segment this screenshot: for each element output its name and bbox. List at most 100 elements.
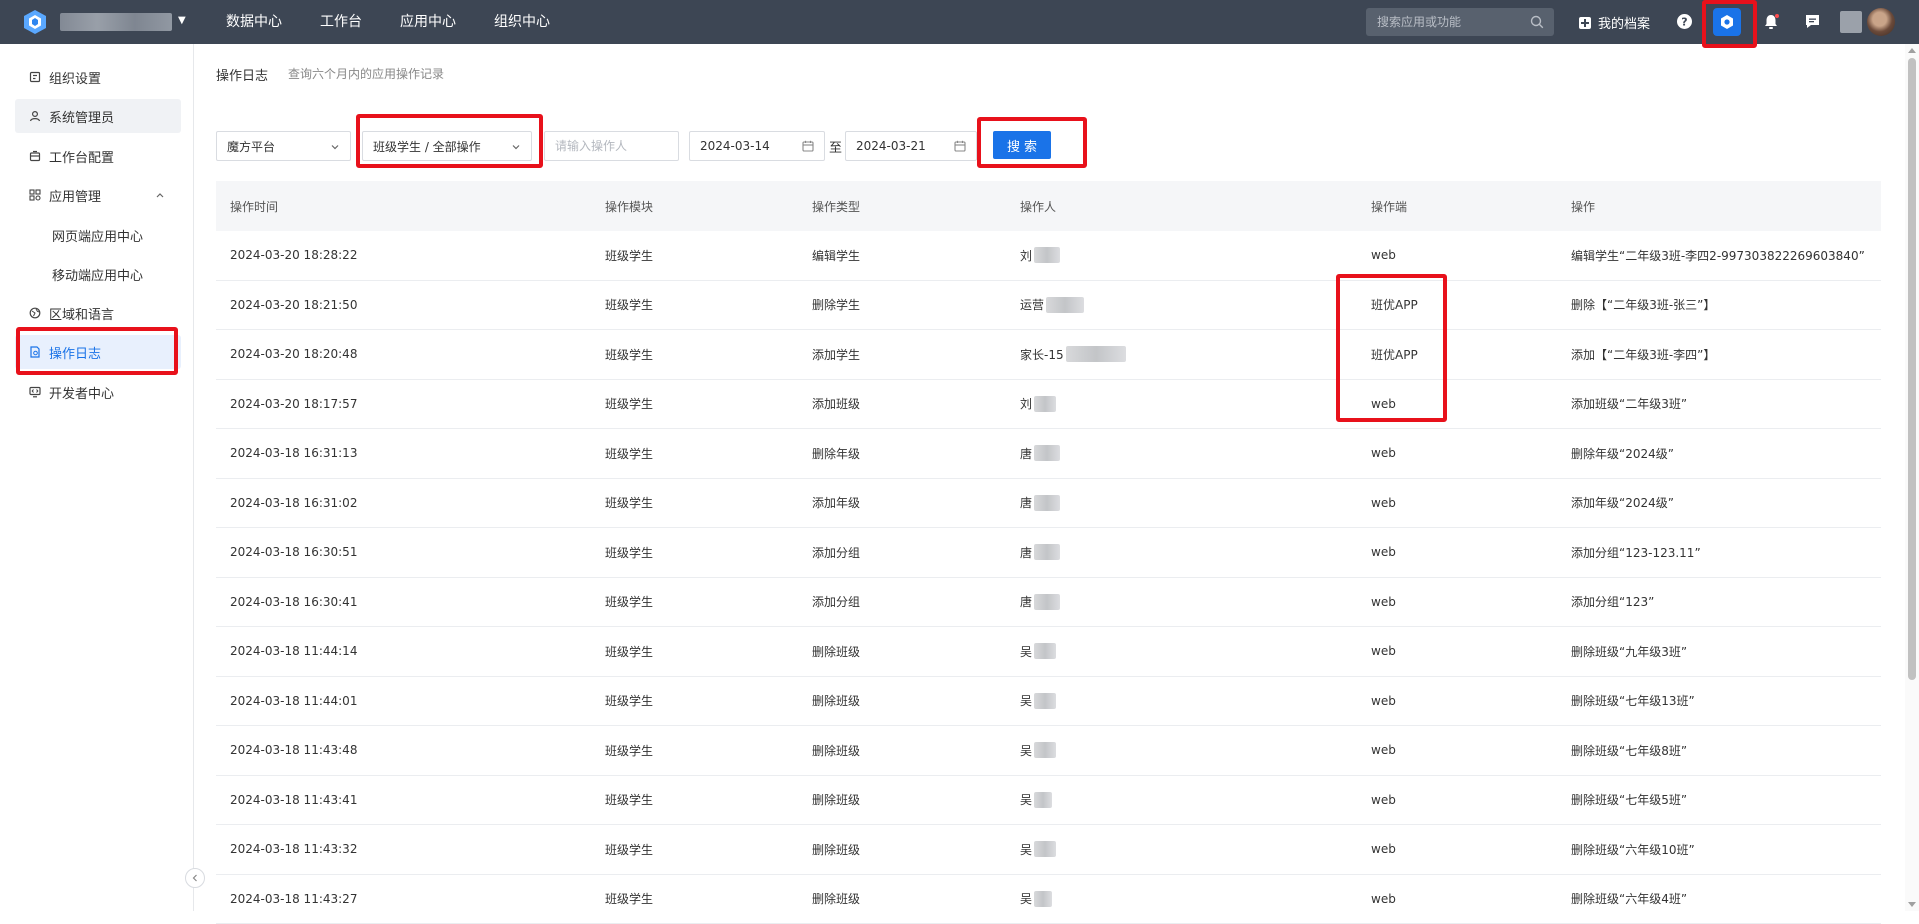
page-subtitle: 查询六个月内的应用操作记录 xyxy=(288,65,444,82)
nav-workbench[interactable]: 工作台 xyxy=(320,0,362,44)
cell-action: 删除班级“七年级13班” xyxy=(1557,677,1881,726)
date-from-value: 2024-03-14 xyxy=(700,139,770,153)
global-search-input[interactable] xyxy=(1377,15,1523,29)
cell-action-text: 删除年级“2024级” xyxy=(1571,445,1674,462)
platform-select[interactable]: 魔方平台 xyxy=(216,131,351,161)
cell-operator: 刘 xyxy=(1006,380,1357,429)
global-search[interactable] xyxy=(1366,8,1554,36)
nav-app-center[interactable]: 应用中心 xyxy=(400,0,456,44)
scroll-down-arrow-icon[interactable] xyxy=(1908,902,1916,907)
sidebar-item-app-manage[interactable]: 应用管理 xyxy=(15,178,181,212)
cell-operator: 吴 xyxy=(1006,627,1357,676)
scroll-up-arrow-icon[interactable] xyxy=(1908,48,1916,53)
cell-operator: 吴 xyxy=(1006,726,1357,775)
user-name-blurred[interactable] xyxy=(1840,11,1862,33)
sidebar-item-developer-center[interactable]: 开发者中心 xyxy=(15,375,181,409)
platform-select-value: 魔方平台 xyxy=(227,138,275,155)
column-header-action: 操作 xyxy=(1557,181,1881,231)
sidebar-item-mobile-app-center[interactable]: 移动端应用中心 xyxy=(15,257,181,291)
cell-type-text: 添加分组 xyxy=(812,544,860,561)
column-header-time: 操作时间 xyxy=(216,181,591,231)
cell-operator-text: 唐 xyxy=(1020,494,1032,511)
nav-org-center[interactable]: 组织中心 xyxy=(494,0,550,44)
cell-action: 添加年级“2024级” xyxy=(1557,479,1881,528)
cell-client-text: web xyxy=(1371,644,1396,658)
sidebar-item-label: 应用管理 xyxy=(49,186,101,205)
cell-time-text: 2024-03-18 11:43:27 xyxy=(230,892,357,906)
table-header: 操作时间 操作模块 操作类型 操作人 操作端 操作 xyxy=(216,181,1881,231)
help-icon[interactable]: ? xyxy=(1676,13,1693,30)
cell-module-text: 班级学生 xyxy=(605,643,653,660)
cell-operator-text: 吴 xyxy=(1020,890,1032,907)
table-row: 2024-03-18 16:30:41班级学生添加分组唐web添加分组“123” xyxy=(216,578,1881,628)
cell-time: 2024-03-20 18:20:48 xyxy=(216,330,591,379)
scroll-thumb[interactable] xyxy=(1908,58,1916,680)
app-logo-icon[interactable] xyxy=(22,9,48,35)
cell-time: 2024-03-20 18:28:22 xyxy=(216,231,591,280)
cell-type-text: 删除班级 xyxy=(812,791,860,808)
cell-time: 2024-03-18 16:30:51 xyxy=(216,528,591,577)
table-row: 2024-03-18 11:43:32班级学生删除班级吴web删除班级“六年级1… xyxy=(216,825,1881,875)
operator-name-blurred xyxy=(1034,643,1056,659)
cell-type: 添加分组 xyxy=(798,578,1006,627)
cell-client: web xyxy=(1357,726,1557,775)
cell-type: 删除班级 xyxy=(798,875,1006,924)
chevron-up-icon[interactable] xyxy=(155,190,165,200)
sidebar-item-system-admin[interactable]: 系统管理员 xyxy=(15,99,181,133)
org-name-blurred[interactable] xyxy=(60,13,172,31)
sidebar-collapse-button[interactable] xyxy=(185,868,205,888)
cell-time-text: 2024-03-20 18:28:22 xyxy=(230,248,357,262)
my-archive-button[interactable]: 我的档案 xyxy=(1578,13,1650,32)
cell-client: web xyxy=(1357,776,1557,825)
cell-module-text: 班级学生 xyxy=(605,593,653,610)
cell-operator-text: 吴 xyxy=(1020,841,1032,858)
top-nav-bar: ▼ 数据中心 工作台 应用中心 组织中心 我的档案 ? xyxy=(0,0,1919,44)
date-from-picker[interactable]: 2024-03-14 xyxy=(689,131,825,161)
cell-module-text: 班级学生 xyxy=(605,494,653,511)
operator-input[interactable] xyxy=(555,139,678,153)
calendar-icon xyxy=(802,140,814,152)
cell-action-text: 删除班级“六年级4班” xyxy=(1571,890,1687,907)
cell-action-text: 添加班级“二年级3班” xyxy=(1571,395,1687,412)
cell-type-text: 添加年级 xyxy=(812,494,860,511)
org-switch-caret-icon[interactable]: ▼ xyxy=(178,15,186,26)
message-icon[interactable] xyxy=(1804,13,1821,30)
date-to-picker[interactable]: 2024-03-21 xyxy=(845,131,977,161)
cell-action-text: 添加年级“2024级” xyxy=(1571,494,1674,511)
operation-log-table: 操作时间 操作模块 操作类型 操作人 操作端 操作 2024-03-20 18:… xyxy=(216,181,1881,924)
table-body: 2024-03-20 18:28:22班级学生编辑学生刘web编辑学生“二年级3… xyxy=(216,231,1881,924)
cell-operator-text: 吴 xyxy=(1020,791,1032,808)
cell-client: web xyxy=(1357,825,1557,874)
bell-icon[interactable] xyxy=(1762,13,1780,31)
page-scrollbar[interactable] xyxy=(1905,44,1919,911)
nav-data-center[interactable]: 数据中心 xyxy=(226,0,282,44)
operator-field[interactable] xyxy=(544,131,679,161)
column-header-client: 操作端 xyxy=(1357,181,1557,231)
cell-time: 2024-03-18 11:43:32 xyxy=(216,825,591,874)
sidebar-item-web-app-center[interactable]: 网页端应用中心 xyxy=(15,218,181,252)
chevron-down-icon xyxy=(330,142,340,152)
operator-name-blurred xyxy=(1034,742,1056,758)
highlight-box-operation-log xyxy=(16,327,178,375)
table-row: 2024-03-18 11:43:41班级学生删除班级吴web删除班级“七年级5… xyxy=(216,776,1881,826)
column-header-type: 操作类型 xyxy=(798,181,1006,231)
cell-type: 删除班级 xyxy=(798,726,1006,775)
cell-client: web xyxy=(1357,627,1557,676)
cell-time: 2024-03-18 11:44:14 xyxy=(216,627,591,676)
search-icon[interactable] xyxy=(1530,15,1544,29)
cell-operator: 刘 xyxy=(1006,231,1357,280)
cell-type: 添加班级 xyxy=(798,380,1006,429)
sidebar-item-region-language[interactable]: 区域和语言 xyxy=(15,296,181,330)
cell-operator-text: 吴 xyxy=(1020,643,1032,660)
calendar-icon xyxy=(954,140,966,152)
cell-action-text: 删除【“二年级3班-张三”】 xyxy=(1571,296,1715,313)
cell-type-text: 添加分组 xyxy=(812,593,860,610)
sidebar-item-org-settings[interactable]: 组织设置 xyxy=(15,60,181,94)
cell-time-text: 2024-03-18 11:43:41 xyxy=(230,793,357,807)
cell-time-text: 2024-03-18 11:44:01 xyxy=(230,694,357,708)
sidebar-item-label: 移动端应用中心 xyxy=(52,265,143,284)
sidebar-item-workbench-config[interactable]: 工作台配置 xyxy=(15,139,181,173)
cell-module-text: 班级学生 xyxy=(605,296,653,313)
user-avatar[interactable] xyxy=(1867,8,1895,36)
table-row: 2024-03-20 18:21:50班级学生删除学生运营班优APP删除【“二年… xyxy=(216,281,1881,331)
